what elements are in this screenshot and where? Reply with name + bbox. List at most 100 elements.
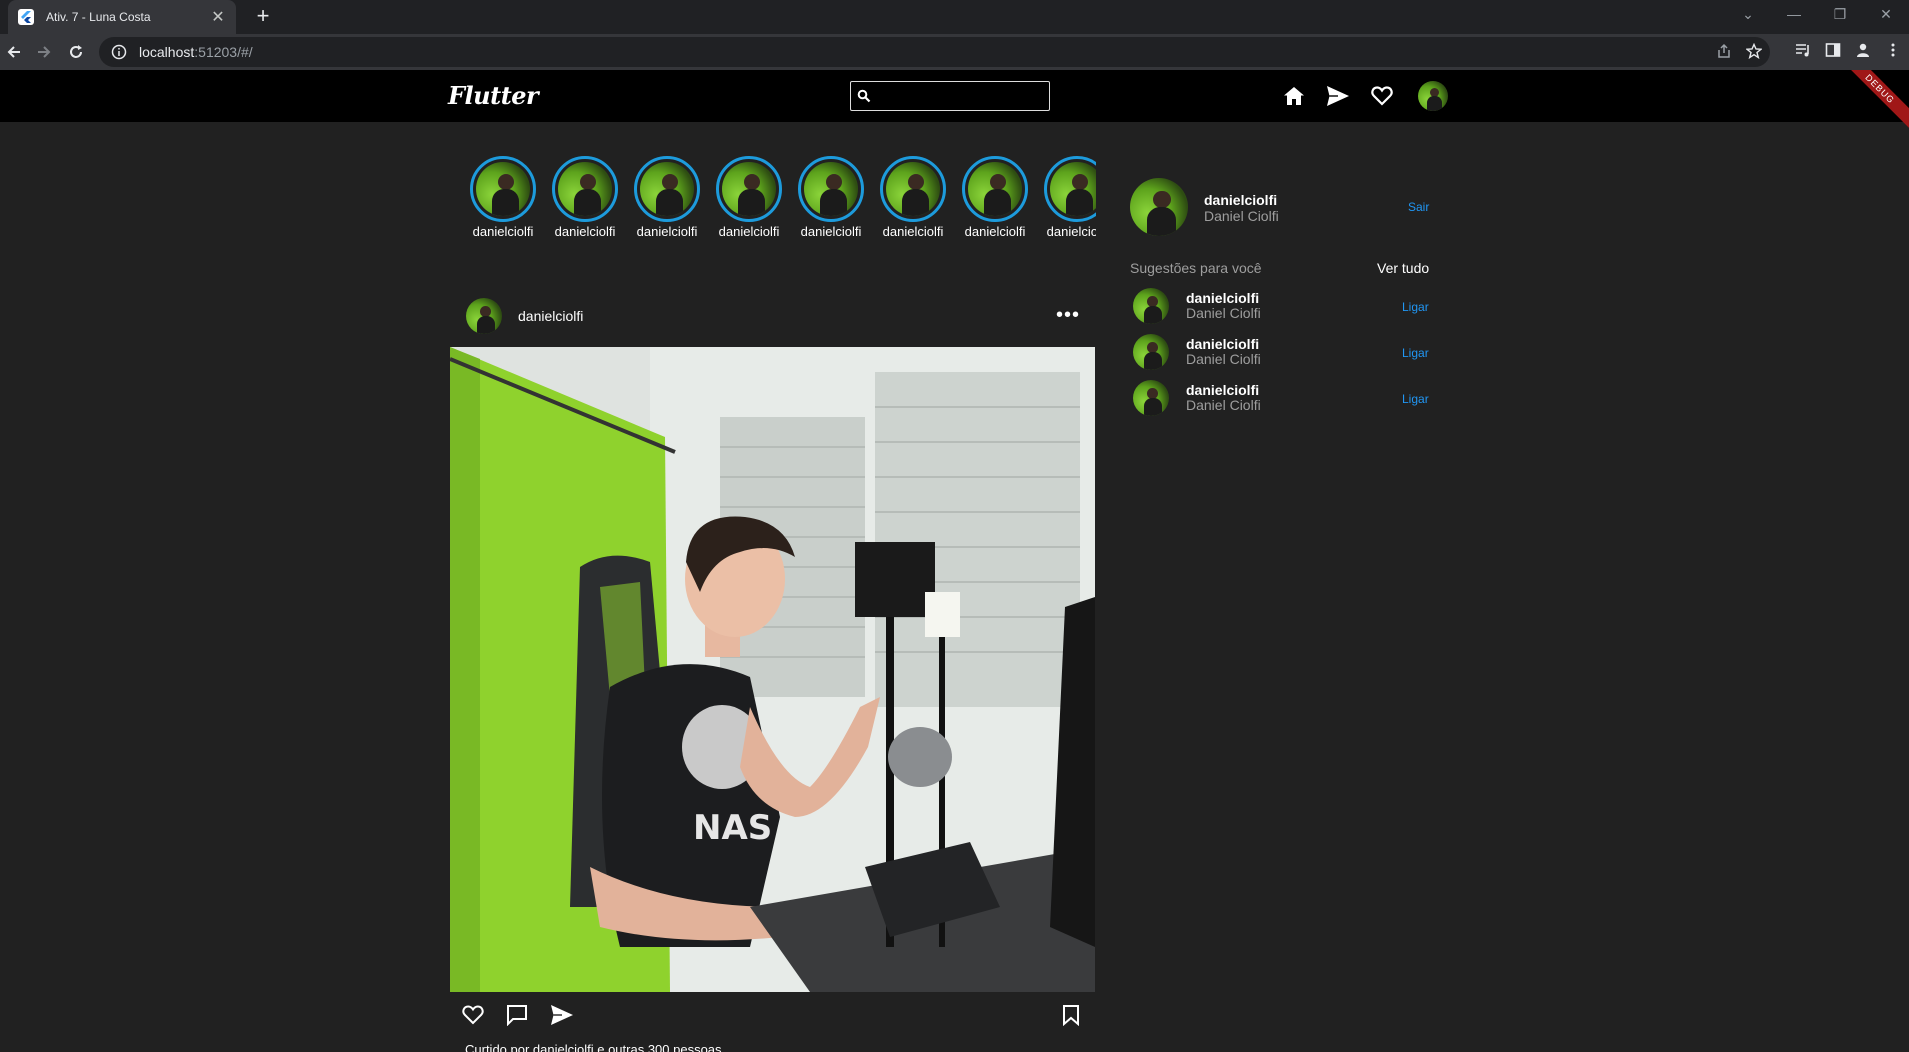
share-icon[interactable] [1716, 43, 1732, 64]
follow-button[interactable]: Ligar [1402, 300, 1429, 314]
story-username: danielciolfi [554, 224, 616, 239]
save-bookmark-icon[interactable] [1062, 1004, 1080, 1031]
flutter-favicon-icon [18, 9, 34, 25]
suggestion-item: danielciolfi Daniel Ciolfi [1130, 332, 1430, 374]
story-avatar [476, 162, 530, 216]
post-author-username[interactable]: danielciolfi [518, 308, 583, 324]
comment-icon[interactable] [506, 1004, 528, 1031]
story-avatar [968, 162, 1022, 216]
current-user-username[interactable]: danielciolfi [1204, 192, 1277, 208]
story-ring [1044, 156, 1096, 222]
minimize-button[interactable]: — [1771, 0, 1817, 30]
suggestion-username[interactable]: danielciolfi [1186, 382, 1259, 398]
bookmark-star-icon[interactable] [1745, 42, 1763, 64]
app-viewport: Flutter DEBUG danielciolfi danielciolfi … [0, 70, 1909, 1052]
post-photo-illustration: NAS [450, 347, 1095, 992]
story-ring [798, 156, 864, 222]
story-avatar [722, 162, 776, 216]
story-username: danielciolfi [882, 224, 944, 239]
heart-icon[interactable] [1368, 82, 1395, 109]
story-item[interactable]: danielciolfi [544, 156, 626, 239]
post-header: danielciolfi ••• [464, 296, 1094, 336]
forward-icon[interactable] [30, 38, 58, 66]
back-icon[interactable] [0, 38, 28, 66]
home-icon[interactable] [1280, 82, 1307, 109]
browser-tab[interactable]: Ativ. 7 - Luna Costa ✕ [8, 0, 236, 34]
story-username: danielciolfi [718, 224, 780, 239]
search-input[interactable] [850, 81, 1050, 111]
reload-icon[interactable] [62, 38, 90, 66]
likes-text: Curtido por danielciolfi e outras 300 pe… [465, 1042, 722, 1052]
close-window-button[interactable]: ✕ [1863, 0, 1909, 30]
appbar-actions [1280, 82, 1395, 109]
suggestion-item: danielciolfi Daniel Ciolfi [1130, 378, 1430, 420]
stories-strip[interactable]: danielciolfi danielciolfi danielciolfi d… [462, 156, 1096, 270]
story-avatar [804, 162, 858, 216]
current-user-avatar[interactable] [1130, 178, 1188, 236]
current-user-card: danielciolfi Daniel Ciolfi Sair [1130, 178, 1430, 238]
like-heart-icon[interactable] [462, 1004, 484, 1031]
debug-banner: DEBUG [1836, 70, 1909, 133]
story-username: danielciolfi [636, 224, 698, 239]
suggestion-avatar[interactable] [1133, 288, 1169, 324]
story-username: danielciolfi [1046, 224, 1096, 239]
suggestions-title: Sugestões para você [1130, 260, 1262, 276]
story-item[interactable]: danielciolfi [954, 156, 1036, 239]
media-queue-icon[interactable] [1795, 42, 1811, 63]
story-ring [962, 156, 1028, 222]
suggestion-avatar[interactable] [1133, 334, 1169, 370]
tab-search-icon[interactable]: ⌄ [1725, 0, 1771, 30]
post-photo[interactable]: NAS [450, 347, 1095, 992]
side-panel-icon[interactable] [1825, 42, 1841, 63]
suggestion-item: danielciolfi Daniel Ciolfi [1130, 286, 1430, 328]
flutter-logo[interactable]: Flutter [448, 81, 539, 110]
story-avatar [886, 162, 940, 216]
profile-avatar[interactable] [1418, 81, 1448, 111]
story-item[interactable]: danielciolfi [626, 156, 708, 239]
menu-kebab-icon[interactable] [1885, 42, 1901, 63]
profile-icon[interactable] [1855, 42, 1871, 63]
suggestion-username[interactable]: danielciolfi [1186, 336, 1259, 352]
story-item[interactable]: danielciolfi [1036, 156, 1096, 239]
svg-text:NAS: NAS [693, 808, 772, 848]
more-options-icon[interactable]: ••• [1056, 304, 1080, 327]
info-icon[interactable] [111, 44, 127, 60]
suggestion-avatar[interactable] [1133, 380, 1169, 416]
story-ring [634, 156, 700, 222]
toolbar-icons [1795, 42, 1901, 63]
url-text: localhost:51203/#/ [139, 44, 253, 60]
story-item[interactable]: danielciolfi [708, 156, 790, 239]
window-controls: ⌄ — ❐ ✕ [1725, 0, 1909, 30]
story-ring [552, 156, 618, 222]
tab-title: Ativ. 7 - Luna Costa [46, 10, 151, 24]
story-ring [716, 156, 782, 222]
follow-button[interactable]: Ligar [1402, 392, 1429, 406]
restore-button[interactable]: ❐ [1817, 0, 1863, 30]
story-item[interactable]: danielciolfi [872, 156, 954, 239]
new-tab-button[interactable]: + [250, 4, 276, 30]
suggestion-username[interactable]: danielciolfi [1186, 290, 1259, 306]
post-author-avatar[interactable] [466, 298, 502, 334]
story-item[interactable]: danielciolfi [790, 156, 872, 239]
app-bar: Flutter DEBUG [0, 70, 1909, 133]
story-username: danielciolfi [800, 224, 862, 239]
story-username: danielciolfi [472, 224, 534, 239]
close-tab-icon[interactable]: ✕ [210, 7, 226, 27]
story-avatar [558, 162, 612, 216]
follow-button[interactable]: Ligar [1402, 346, 1429, 360]
story-avatar [640, 162, 694, 216]
suggestion-name: Daniel Ciolfi [1186, 305, 1261, 321]
story-avatar [1050, 162, 1096, 216]
logout-button[interactable]: Sair [1408, 200, 1429, 214]
story-item[interactable]: danielciolfi [462, 156, 544, 239]
send-icon[interactable] [1324, 82, 1351, 109]
current-user-name: Daniel Ciolfi [1204, 208, 1279, 224]
suggestion-name: Daniel Ciolfi [1186, 351, 1261, 367]
story-username: danielciolfi [964, 224, 1026, 239]
post-actions [450, 1002, 1095, 1032]
see-all-button[interactable]: Ver tudo [1377, 260, 1429, 276]
search-icon [857, 89, 871, 108]
address-bar[interactable]: localhost:51203/#/ [99, 37, 1770, 67]
share-send-icon[interactable] [550, 1004, 574, 1031]
browser-tab-strip: Ativ. 7 - Luna Costa ✕ + ⌄ — ❐ ✕ [0, 0, 1909, 34]
